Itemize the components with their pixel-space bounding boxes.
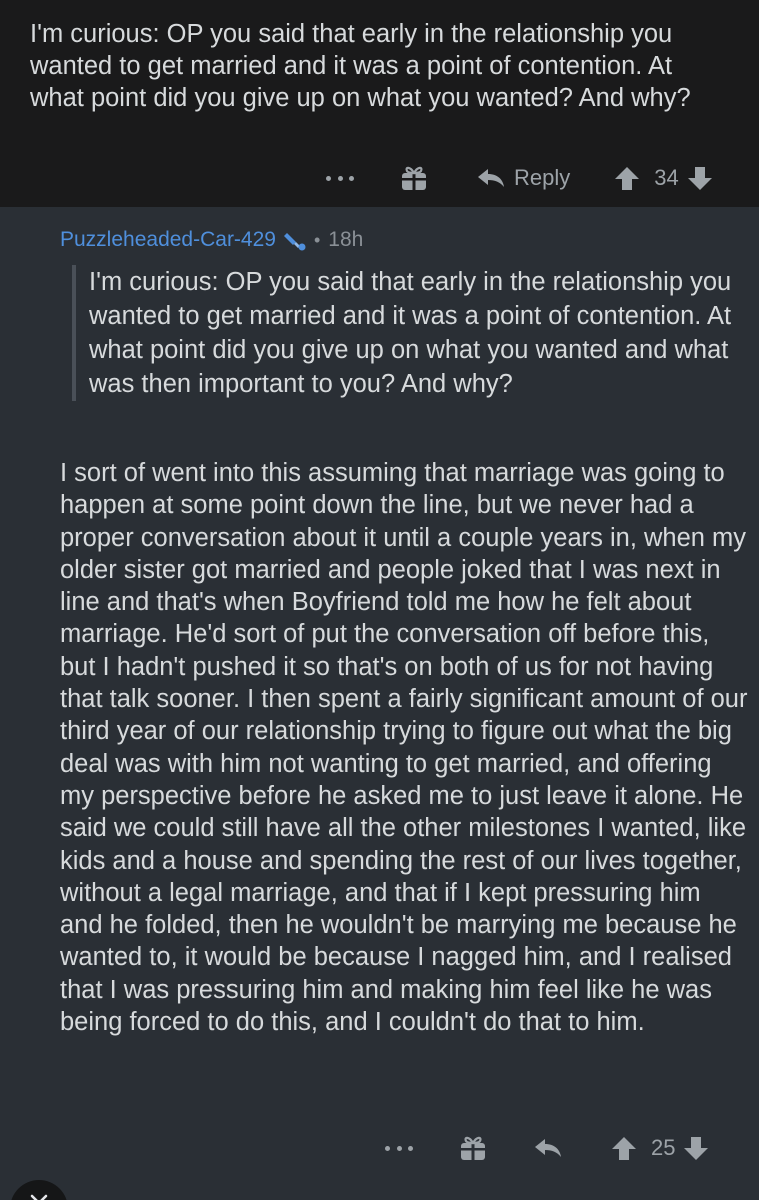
reply-icon bbox=[478, 169, 504, 187]
parent-action-bar: Reply 34 bbox=[326, 161, 713, 195]
parent-score: 34 bbox=[654, 165, 679, 190]
downvote-icon[interactable] bbox=[683, 1135, 709, 1161]
reply-label: Reply bbox=[514, 165, 571, 190]
reply-action-bar: 25 bbox=[385, 1131, 709, 1165]
close-icon bbox=[30, 1194, 48, 1200]
reply-comment: Puzzleheaded-Car-429 • 18h I'm curious: … bbox=[0, 207, 759, 1200]
parent-comment: I'm curious: OP you said that early in t… bbox=[0, 0, 759, 207]
comment-meta: Puzzleheaded-Car-429 • 18h bbox=[60, 225, 363, 255]
reply-button[interactable] bbox=[533, 1137, 563, 1159]
reply-button[interactable]: Reply bbox=[476, 165, 570, 191]
gift-icon[interactable] bbox=[400, 164, 428, 192]
parent-comment-body: I'm curious: OP you said that early in t… bbox=[30, 20, 691, 112]
reply-comment-body: I sort of went into this assuming that m… bbox=[60, 459, 748, 1037]
comment-timestamp: 18h bbox=[328, 228, 364, 251]
downvote-icon[interactable] bbox=[687, 165, 713, 191]
reply-icon bbox=[535, 1139, 561, 1157]
more-icon[interactable] bbox=[385, 1144, 413, 1152]
reply-score: 25 bbox=[651, 1135, 676, 1160]
upvote-icon[interactable] bbox=[611, 1135, 637, 1161]
author-username[interactable]: Puzzleheaded-Car-429 bbox=[60, 228, 276, 252]
gift-icon[interactable] bbox=[459, 1134, 487, 1162]
more-icon[interactable] bbox=[326, 174, 354, 182]
meta-separator: • bbox=[313, 229, 321, 250]
quoted-text: I'm curious: OP you said that early in t… bbox=[72, 265, 742, 401]
flair-icon bbox=[283, 233, 306, 251]
upvote-icon[interactable] bbox=[614, 165, 640, 191]
